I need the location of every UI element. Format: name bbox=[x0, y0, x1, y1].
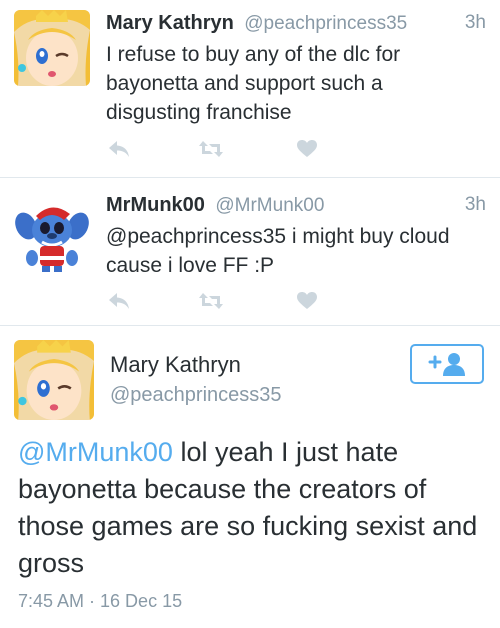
tweet-actions bbox=[106, 136, 346, 162]
tweet-header: MrMunk00 @MrMunk00 3h bbox=[106, 194, 486, 220]
retweet-icon bbox=[199, 141, 223, 157]
tweet-2[interactable]: MrMunk00 @MrMunk00 3h @peachprincess35 i… bbox=[0, 178, 500, 326]
mention-link[interactable]: @MrMunk00 bbox=[18, 437, 173, 467]
tweet-text: I refuse to buy any of the dlc for bayon… bbox=[106, 43, 401, 124]
tweet-timestamp[interactable]: 7:45 AM · 16 Dec 15 bbox=[18, 591, 182, 612]
reply-icon bbox=[109, 293, 129, 309]
peach-avatar-image bbox=[14, 10, 90, 86]
retweet-icon bbox=[199, 293, 223, 309]
avatar[interactable] bbox=[14, 340, 94, 420]
follow-icon bbox=[428, 353, 465, 376]
peach-avatar-image bbox=[14, 340, 94, 420]
heart-icon bbox=[297, 140, 317, 157]
heart-icon bbox=[297, 292, 317, 309]
user-name[interactable]: MrMunk00 bbox=[106, 194, 205, 216]
tweet-time[interactable]: 3h bbox=[465, 12, 486, 34]
tweet-text: @peachprincess35 i might buy cloud cause… bbox=[106, 225, 450, 277]
avatar[interactable] bbox=[14, 196, 90, 272]
favorite-button[interactable] bbox=[294, 136, 320, 162]
tweet-text: @MrMunk00 lol yeah I just hate bayonetta… bbox=[18, 434, 484, 582]
tweet-1[interactable]: Mary Kathryn @peachprincess35 3h I refus… bbox=[0, 0, 500, 178]
tweet-time[interactable]: 3h bbox=[465, 194, 486, 216]
avatar[interactable] bbox=[14, 10, 90, 86]
follow-button[interactable] bbox=[410, 344, 484, 384]
favorite-button[interactable] bbox=[294, 288, 320, 314]
user-handle[interactable]: @peachprincess35 bbox=[244, 13, 407, 34]
user-name[interactable]: Mary Kathryn bbox=[106, 12, 234, 34]
reply-button[interactable] bbox=[106, 288, 132, 314]
retweet-button[interactable] bbox=[198, 288, 224, 314]
stitch-avatar-image bbox=[14, 196, 90, 272]
tweet-header: Mary Kathryn @peachprincess35 3h bbox=[106, 12, 486, 38]
user-name[interactable]: Mary Kathryn bbox=[110, 352, 241, 378]
user-handle[interactable]: @peachprincess35 bbox=[110, 384, 282, 407]
user-handle[interactable]: @MrMunk00 bbox=[215, 195, 324, 216]
reply-button[interactable] bbox=[106, 136, 132, 162]
reply-icon bbox=[109, 141, 129, 157]
tweet-actions bbox=[106, 288, 346, 314]
tweet-detail: Mary Kathryn @peachprincess35 @MrMunk00 … bbox=[0, 326, 500, 628]
retweet-button[interactable] bbox=[198, 136, 224, 162]
